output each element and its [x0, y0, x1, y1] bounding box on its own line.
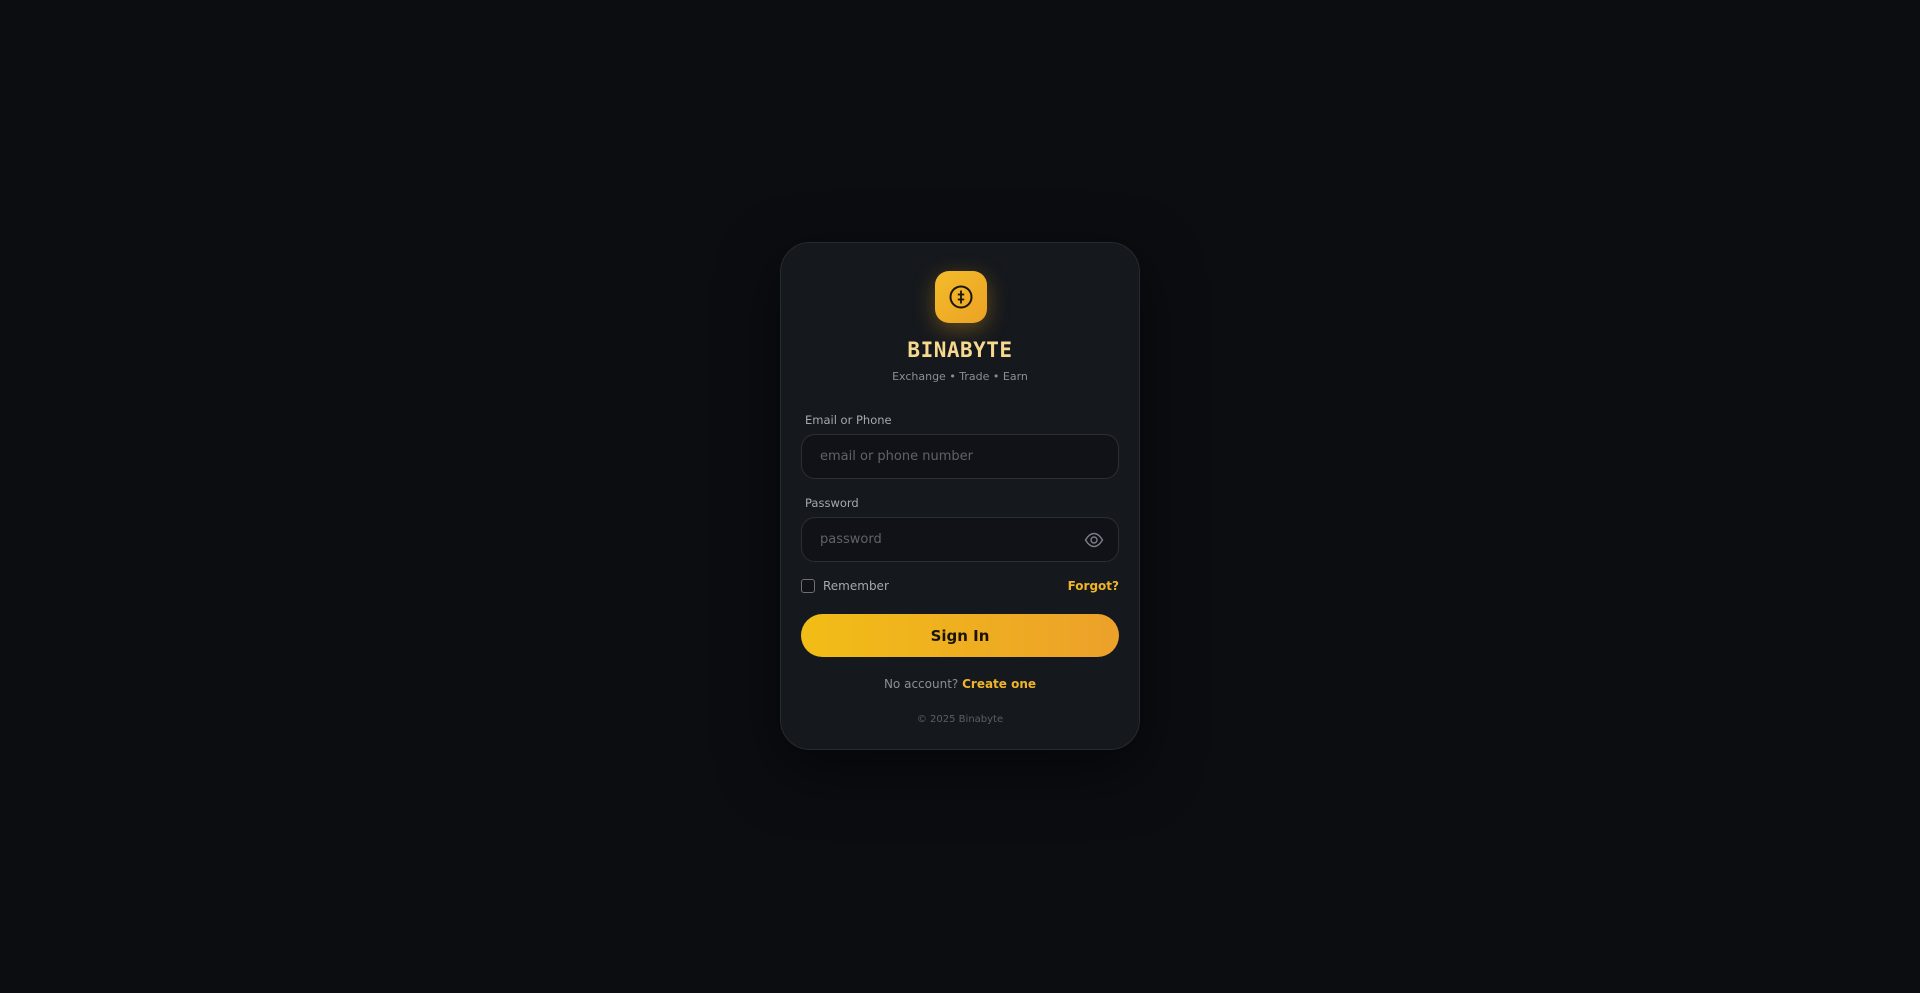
- copyright-text: © 2025 Binabyte: [916, 714, 1004, 725]
- page-background: BINABYTE Exchange • Trade • Earn Email o…: [0, 0, 1920, 993]
- brand-logo: [935, 271, 987, 323]
- login-card: BINABYTE Exchange • Trade • Earn Email o…: [780, 242, 1140, 750]
- email-label: Email or Phone: [805, 413, 892, 427]
- remember-label: Remember: [823, 579, 889, 593]
- email-input[interactable]: [802, 435, 1118, 478]
- eye-icon[interactable]: [1084, 531, 1104, 549]
- password-field-wrapper: [801, 517, 1119, 562]
- signup-row: No account? Create one: [781, 677, 1139, 691]
- remember-checkbox[interactable]: [801, 579, 815, 593]
- crypto-coin-icon: [949, 285, 973, 309]
- brand-name: BINABYTE: [907, 338, 1013, 362]
- remember-row: Remember Forgot?: [801, 578, 1119, 596]
- create-account-link[interactable]: Create one: [962, 677, 1036, 691]
- password-input[interactable]: [802, 518, 1118, 561]
- signup-prompt: No account?: [883, 677, 959, 691]
- brand-tagline: Exchange • Trade • Earn: [892, 370, 1028, 383]
- sign-in-button[interactable]: Sign In: [801, 614, 1119, 657]
- password-label: Password: [805, 496, 859, 510]
- email-field-wrapper: [801, 434, 1119, 479]
- forgot-password-link[interactable]: Forgot?: [1068, 579, 1119, 593]
